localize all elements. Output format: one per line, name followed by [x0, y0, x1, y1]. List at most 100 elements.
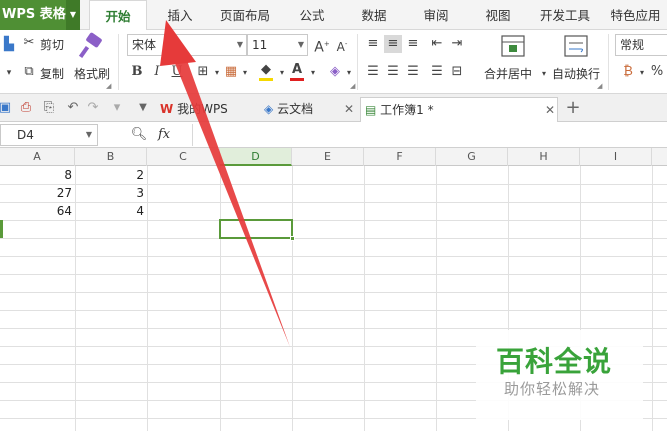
cell-a3[interactable]: 64: [0, 202, 75, 220]
column-header[interactable]: E: [292, 148, 364, 166]
alignment-launcher-icon[interactable]: ◢: [597, 82, 602, 90]
menu-bar: WPS 表格 ▼ 开始 插入 页面布局 公式 数据 审阅 视图 开发工具 特色应…: [0, 0, 667, 31]
align-center-icon[interactable]: ☰: [384, 63, 402, 81]
wps-logo-icon: W: [160, 102, 174, 116]
column-header[interactable]: I: [580, 148, 652, 166]
font-name-value: 宋体: [132, 38, 157, 52]
underline-button[interactable]: U: [168, 63, 186, 81]
close-icon[interactable]: ✕: [344, 97, 354, 121]
more-dropdown-icon[interactable]: ▾: [108, 99, 126, 117]
print-icon[interactable]: ⎘: [40, 99, 58, 117]
tab-view[interactable]: 视图: [478, 0, 518, 30]
document-tab-bar: ▣ ⎙ ⎘ ↶ ↷ ▾ ▼ W 我的WPS ◈ 云文档 ✕ ▤ 工作簿1 * ✕…: [0, 94, 667, 122]
close-icon[interactable]: ✕: [545, 98, 555, 122]
scissors-icon[interactable]: ✂: [20, 34, 38, 52]
wrap-text-label[interactable]: 自动换行: [552, 65, 600, 82]
merge-dropdown-icon[interactable]: ▾: [535, 65, 553, 83]
chevron-down-icon: ▼: [85, 130, 92, 139]
paste-dropdown-icon[interactable]: ▾: [0, 64, 18, 82]
new-tab-button[interactable]: +: [564, 99, 582, 117]
cut-label[interactable]: 剪切: [40, 36, 64, 53]
tab-review[interactable]: 审阅: [416, 0, 456, 30]
formula-bar: D4 ▼ 🔍︎ fx: [0, 122, 667, 148]
name-box[interactable]: D4 ▼: [0, 124, 98, 146]
chevron-down-icon[interactable]: ▼: [66, 0, 80, 30]
tab-developer[interactable]: 开发工具: [534, 0, 596, 30]
wrap-text-icon[interactable]: [563, 34, 589, 58]
tab-my-wps[interactable]: W 我的WPS: [156, 97, 256, 122]
ribbon-divider: [357, 34, 358, 90]
column-header[interactable]: B: [75, 148, 147, 166]
chevron-down-icon[interactable]: ▼: [134, 99, 152, 117]
tab-special-apps[interactable]: 特色应用: [604, 0, 667, 30]
tab-cloud-docs[interactable]: ◈ 云文档 ✕: [260, 97, 355, 122]
font-shrink-icon[interactable]: A-: [333, 35, 351, 54]
active-cell-selection[interactable]: [219, 219, 295, 241]
tab-label: 我的WPS: [177, 102, 228, 116]
tab-formulas[interactable]: 公式: [292, 0, 332, 30]
formula-input[interactable]: [192, 124, 667, 146]
tab-workbook1[interactable]: ▤ 工作簿1 * ✕: [360, 97, 558, 122]
tab-data[interactable]: 数据: [354, 0, 394, 30]
bold-button[interactable]: B: [128, 63, 146, 81]
merge-center-icon[interactable]: [500, 34, 526, 58]
column-header[interactable]: C: [147, 148, 220, 166]
italic-button[interactable]: I: [148, 63, 166, 81]
merge-center-label[interactable]: 合并居中: [484, 65, 532, 82]
tab-label: 云文档: [277, 102, 314, 116]
copy-label[interactable]: 复制: [40, 65, 64, 82]
tab-insert[interactable]: 插入: [160, 0, 200, 30]
watermark-subtitle: 助你轻松解决: [504, 380, 601, 398]
cell-b3[interactable]: 4: [75, 202, 147, 220]
align-left-icon[interactable]: ☰: [364, 63, 382, 81]
font-grow-icon[interactable]: A+: [313, 35, 331, 56]
font-size-select[interactable]: 11 ▼: [247, 34, 308, 56]
fill-handle[interactable]: [290, 236, 295, 241]
increase-indent-icon[interactable]: ⇥: [448, 35, 466, 53]
font-size-value: 11: [252, 38, 268, 52]
align-top-icon[interactable]: ≡: [364, 35, 382, 53]
align-right-icon[interactable]: ☰: [404, 63, 422, 81]
ribbon-divider: [608, 34, 609, 90]
clipboard-launcher-icon[interactable]: ◢: [106, 82, 111, 90]
column-header[interactable]: H: [508, 148, 580, 166]
cell-a2[interactable]: 27: [0, 184, 75, 202]
cell-style-dropdown-icon[interactable]: ▾: [236, 64, 254, 82]
font-name-select[interactable]: 宋体 ▼: [127, 34, 247, 56]
print-preview-icon[interactable]: ⎙: [17, 99, 35, 117]
watermark-title: 百科全说: [496, 345, 613, 378]
paste-icon[interactable]: ▙: [0, 36, 18, 54]
column-header[interactable]: A: [0, 148, 75, 166]
redo-icon[interactable]: ↷: [84, 99, 102, 117]
column-header[interactable]: D: [220, 148, 292, 166]
cloud-cube-icon: ◈: [264, 102, 274, 116]
ribbon: ▙ ▾ ✂ 剪切 ⧉ 复制 格式刷 ◢ 宋体 ▼ 11 ▼ A+ A- B I …: [0, 30, 667, 94]
format-painter-label[interactable]: 格式刷: [74, 65, 110, 82]
justify-icon[interactable]: ☰: [428, 63, 446, 81]
undo-icon[interactable]: ↶: [64, 99, 82, 117]
chevron-down-icon: ▼: [297, 40, 304, 49]
tab-page-layout[interactable]: 页面布局: [214, 0, 276, 30]
cell-b2[interactable]: 3: [75, 184, 147, 202]
percent-button[interactable]: %: [648, 63, 666, 81]
column-header[interactable]: F: [364, 148, 436, 166]
decrease-indent-icon[interactable]: ⇤: [428, 35, 446, 53]
chevron-down-icon: ▼: [236, 40, 243, 49]
font-color-dropdown-icon[interactable]: ▾: [304, 64, 322, 82]
insert-function-button[interactable]: fx: [158, 127, 170, 142]
cell-b1[interactable]: 2: [75, 166, 147, 184]
zoom-search-icon[interactable]: 🔍︎: [130, 126, 148, 144]
clear-format-dropdown-icon[interactable]: ▾: [340, 64, 358, 82]
app-menu-button[interactable]: WPS 表格 ▼: [0, 0, 80, 30]
save-icon[interactable]: ▣: [0, 99, 14, 117]
tab-home[interactable]: 开始: [89, 0, 147, 31]
column-header[interactable]: G: [436, 148, 508, 166]
copy-icon[interactable]: ⧉: [20, 63, 38, 81]
cell-a1[interactable]: 8: [0, 166, 75, 184]
align-bottom-icon[interactable]: ≡: [404, 35, 422, 53]
font-launcher-icon[interactable]: ◢: [350, 82, 355, 90]
number-format-select[interactable]: 常规: [615, 34, 667, 56]
align-middle-icon[interactable]: ≡: [384, 35, 402, 53]
format-painter-icon[interactable]: [78, 32, 104, 60]
distributed-align-icon[interactable]: ⊟: [448, 63, 466, 81]
